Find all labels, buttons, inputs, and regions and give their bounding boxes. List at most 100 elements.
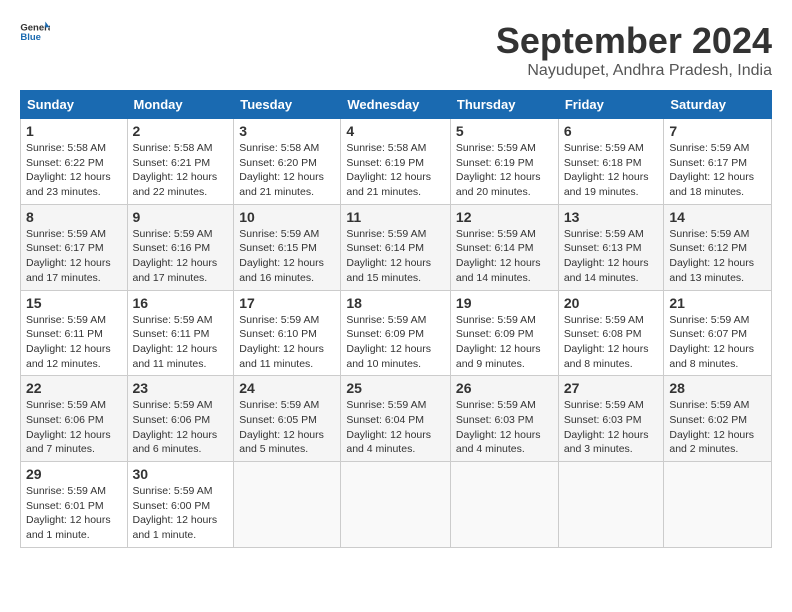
- header-row: Sunday Monday Tuesday Wednesday Thursday…: [21, 91, 772, 119]
- day-number: 4: [346, 123, 445, 139]
- day-info: Sunrise: 5:59 AM Sunset: 6:00 PM Dayligh…: [133, 484, 229, 543]
- table-row: 12Sunrise: 5:59 AM Sunset: 6:14 PM Dayli…: [450, 204, 558, 290]
- table-row: 22 Sunrise: 5:59 AM Sunset: 6:06 PM Dayli…: [21, 376, 128, 462]
- col-friday: Friday: [558, 91, 664, 119]
- day-info: Sunrise: 5:59 AM Sunset: 6:06 PM Dayligh…: [26, 398, 122, 457]
- table-row: 20 Sunrise: 5:59 AM Sunset: 6:08 PM Dayli…: [558, 290, 664, 376]
- page-header: General Blue September 2024 Nayudupet, A…: [20, 20, 772, 80]
- day-number: 23: [133, 380, 229, 396]
- day-info: Sunrise: 5:59 AM Sunset: 6:09 PM Dayligh…: [346, 313, 445, 372]
- day-info: Sunrise: 5:59 AM Sunset: 6:13 PM Dayligh…: [564, 227, 659, 286]
- table-row: 10 Sunrise: 5:59 AM Sunset: 6:15 PM Dayli…: [234, 204, 341, 290]
- day-number: 6: [564, 123, 659, 139]
- page-title: September 2024: [496, 20, 772, 62]
- calendar-week-row: 29 Sunrise: 5:59 AM Sunset: 6:01 PM Dayli…: [21, 462, 772, 548]
- day-number: 15: [26, 295, 122, 311]
- day-number: 27: [564, 380, 659, 396]
- day-info: Sunrise: 5:58 AM Sunset: 6:22 PM Dayligh…: [26, 141, 122, 200]
- table-row: 8Sunrise: 5:59 AM Sunset: 6:17 PM Daylig…: [21, 204, 128, 290]
- table-row: 13Sunrise: 5:59 AM Sunset: 6:13 PM Dayli…: [558, 204, 664, 290]
- table-row: [450, 462, 558, 548]
- day-info: Sunrise: 5:59 AM Sunset: 6:07 PM Dayligh…: [669, 313, 766, 372]
- day-number: 25: [346, 380, 445, 396]
- table-row: 1 Sunrise: 5:58 AM Sunset: 6:22 PM Daylig…: [21, 119, 128, 205]
- day-info: Sunrise: 5:59 AM Sunset: 6:16 PM Dayligh…: [133, 227, 229, 286]
- table-row: 2Sunrise: 5:58 AM Sunset: 6:21 PM Daylig…: [127, 119, 234, 205]
- day-info: Sunrise: 5:59 AM Sunset: 6:17 PM Dayligh…: [26, 227, 122, 286]
- calendar-week-row: 22 Sunrise: 5:59 AM Sunset: 6:06 PM Dayli…: [21, 376, 772, 462]
- day-info: Sunrise: 5:59 AM Sunset: 6:10 PM Dayligh…: [239, 313, 335, 372]
- day-info: Sunrise: 5:58 AM Sunset: 6:20 PM Dayligh…: [239, 141, 335, 200]
- day-number: 22: [26, 380, 122, 396]
- day-number: 21: [669, 295, 766, 311]
- day-info: Sunrise: 5:59 AM Sunset: 6:02 PM Dayligh…: [669, 398, 766, 457]
- day-number: 10: [239, 209, 335, 225]
- day-number: 24: [239, 380, 335, 396]
- day-info: Sunrise: 5:58 AM Sunset: 6:21 PM Dayligh…: [133, 141, 229, 200]
- table-row: 28 Sunrise: 5:59 AM Sunset: 6:02 PM Dayli…: [664, 376, 772, 462]
- day-info: Sunrise: 5:59 AM Sunset: 6:09 PM Dayligh…: [456, 313, 553, 372]
- table-row: 5 Sunrise: 5:59 AM Sunset: 6:19 PM Daylig…: [450, 119, 558, 205]
- table-row: 30 Sunrise: 5:59 AM Sunset: 6:00 PM Dayli…: [127, 462, 234, 548]
- table-row: 14 Sunrise: 5:59 AM Sunset: 6:12 PM Dayli…: [664, 204, 772, 290]
- day-number: 12: [456, 209, 553, 225]
- day-number: 14: [669, 209, 766, 225]
- day-info: Sunrise: 5:58 AM Sunset: 6:19 PM Dayligh…: [346, 141, 445, 200]
- table-row: 11 Sunrise: 5:59 AM Sunset: 6:14 PM Dayli…: [341, 204, 451, 290]
- table-row: 19 Sunrise: 5:59 AM Sunset: 6:09 PM Dayli…: [450, 290, 558, 376]
- table-row: 15 Sunrise: 5:59 AM Sunset: 6:11 PM Dayli…: [21, 290, 128, 376]
- col-sunday: Sunday: [21, 91, 128, 119]
- table-row: 9 Sunrise: 5:59 AM Sunset: 6:16 PM Daylig…: [127, 204, 234, 290]
- table-row: 24 Sunrise: 5:59 AM Sunset: 6:05 PM Dayli…: [234, 376, 341, 462]
- col-wednesday: Wednesday: [341, 91, 451, 119]
- day-info: Sunrise: 5:59 AM Sunset: 6:01 PM Dayligh…: [26, 484, 122, 543]
- day-number: 19: [456, 295, 553, 311]
- col-monday: Monday: [127, 91, 234, 119]
- table-row: 17 Sunrise: 5:59 AM Sunset: 6:10 PM Dayli…: [234, 290, 341, 376]
- calendar-week-row: 15 Sunrise: 5:59 AM Sunset: 6:11 PM Dayli…: [21, 290, 772, 376]
- calendar-week-row: 8Sunrise: 5:59 AM Sunset: 6:17 PM Daylig…: [21, 204, 772, 290]
- table-row: 18Sunrise: 5:59 AM Sunset: 6:09 PM Dayli…: [341, 290, 451, 376]
- day-info: Sunrise: 5:59 AM Sunset: 6:08 PM Dayligh…: [564, 313, 659, 372]
- day-info: Sunrise: 5:59 AM Sunset: 6:05 PM Dayligh…: [239, 398, 335, 457]
- day-number: 28: [669, 380, 766, 396]
- day-info: Sunrise: 5:59 AM Sunset: 6:14 PM Dayligh…: [346, 227, 445, 286]
- page-subtitle: Nayudupet, Andhra Pradesh, India: [496, 62, 772, 80]
- table-row: 3 Sunrise: 5:58 AM Sunset: 6:20 PM Daylig…: [234, 119, 341, 205]
- day-number: 20: [564, 295, 659, 311]
- logo-icon: General Blue: [20, 20, 50, 42]
- day-number: 29: [26, 466, 122, 482]
- title-section: September 2024 Nayudupet, Andhra Pradesh…: [496, 20, 772, 80]
- svg-text:Blue: Blue: [20, 32, 41, 42]
- table-row: 6 Sunrise: 5:59 AM Sunset: 6:18 PM Daylig…: [558, 119, 664, 205]
- day-info: Sunrise: 5:59 AM Sunset: 6:03 PM Dayligh…: [564, 398, 659, 457]
- day-info: Sunrise: 5:59 AM Sunset: 6:18 PM Dayligh…: [564, 141, 659, 200]
- day-info: Sunrise: 5:59 AM Sunset: 6:11 PM Dayligh…: [26, 313, 122, 372]
- day-info: Sunrise: 5:59 AM Sunset: 6:06 PM Dayligh…: [133, 398, 229, 457]
- day-info: Sunrise: 5:59 AM Sunset: 6:12 PM Dayligh…: [669, 227, 766, 286]
- day-info: Sunrise: 5:59 AM Sunset: 6:03 PM Dayligh…: [456, 398, 553, 457]
- day-info: Sunrise: 5:59 AM Sunset: 6:19 PM Dayligh…: [456, 141, 553, 200]
- day-number: 3: [239, 123, 335, 139]
- col-tuesday: Tuesday: [234, 91, 341, 119]
- day-number: 30: [133, 466, 229, 482]
- day-info: Sunrise: 5:59 AM Sunset: 6:04 PM Dayligh…: [346, 398, 445, 457]
- day-number: 16: [133, 295, 229, 311]
- table-row: 26 Sunrise: 5:59 AM Sunset: 6:03 PM Dayli…: [450, 376, 558, 462]
- day-info: Sunrise: 5:59 AM Sunset: 6:11 PM Dayligh…: [133, 313, 229, 372]
- day-number: 5: [456, 123, 553, 139]
- day-number: 9: [133, 209, 229, 225]
- day-number: 1: [26, 123, 122, 139]
- table-row: 4 Sunrise: 5:58 AM Sunset: 6:19 PM Daylig…: [341, 119, 451, 205]
- table-row: 16 Sunrise: 5:59 AM Sunset: 6:11 PM Dayli…: [127, 290, 234, 376]
- day-number: 17: [239, 295, 335, 311]
- day-number: 11: [346, 209, 445, 225]
- calendar-table: Sunday Monday Tuesday Wednesday Thursday…: [20, 90, 772, 548]
- table-row: [234, 462, 341, 548]
- table-row: [664, 462, 772, 548]
- table-row: 21 Sunrise: 5:59 AM Sunset: 6:07 PM Dayli…: [664, 290, 772, 376]
- day-info: Sunrise: 5:59 AM Sunset: 6:15 PM Dayligh…: [239, 227, 335, 286]
- table-row: 23 Sunrise: 5:59 AM Sunset: 6:06 PM Dayli…: [127, 376, 234, 462]
- logo: General Blue: [20, 20, 50, 42]
- day-number: 26: [456, 380, 553, 396]
